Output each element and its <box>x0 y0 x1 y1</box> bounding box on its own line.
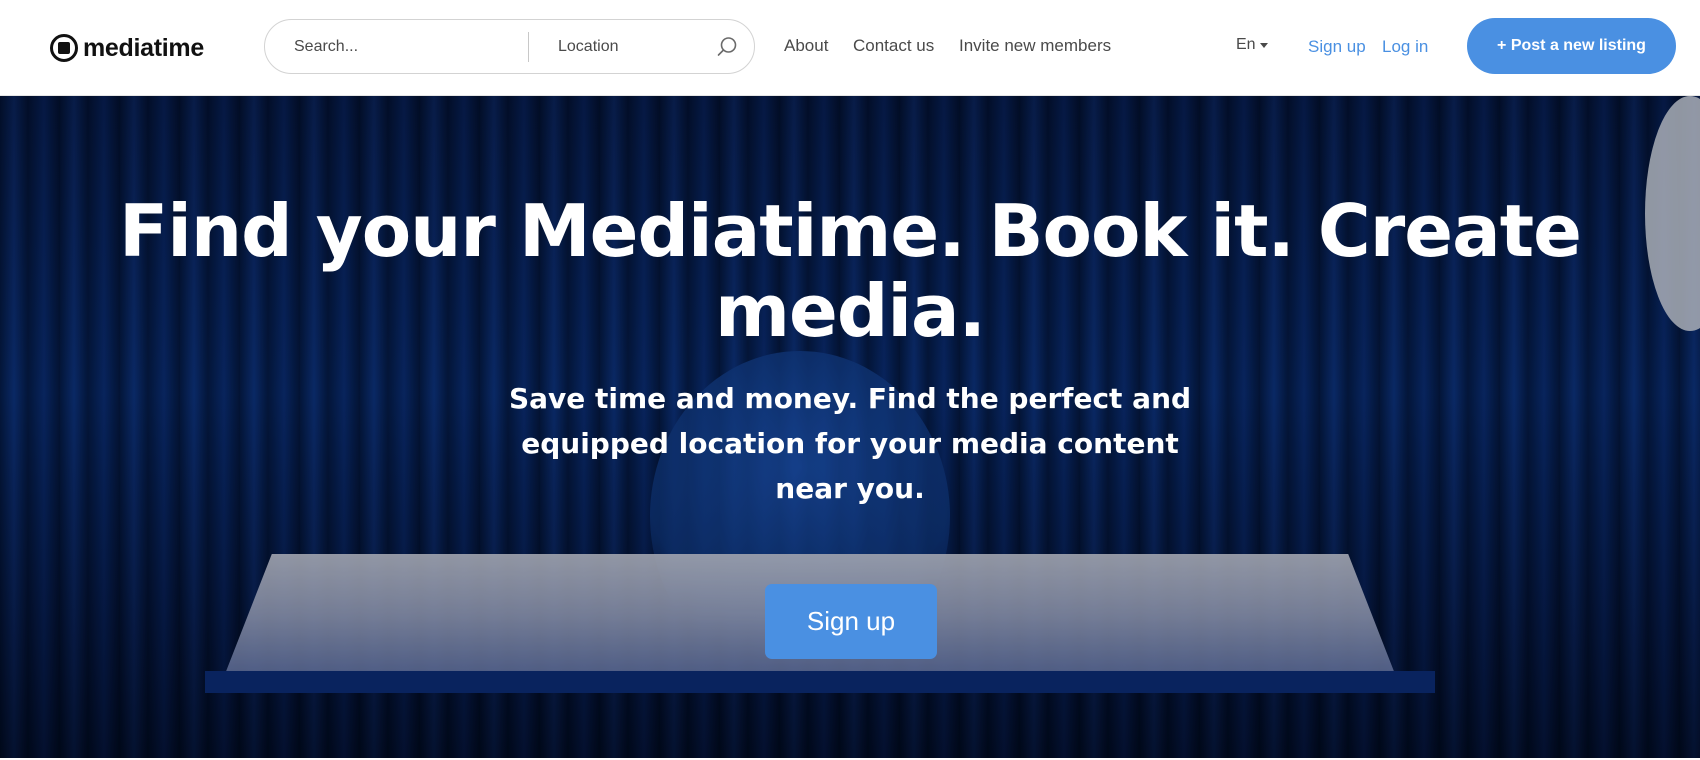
logo-text: mediatime <box>83 33 204 62</box>
hero-title: Find your Mediatime. Book it. Create med… <box>119 189 1582 353</box>
search-icon[interactable] <box>715 35 739 59</box>
hero-subtitle: Save time and money. Find the perfect an… <box>508 382 1192 505</box>
language-label: En <box>1236 36 1256 53</box>
language-selector[interactable]: En <box>1236 36 1268 54</box>
login-link[interactable]: Log in <box>1382 37 1428 57</box>
logo[interactable]: mediatime <box>50 30 204 66</box>
logo-icon <box>50 34 78 62</box>
nav-invite-members[interactable]: Invite new members <box>959 36 1111 56</box>
hero-section: Find your Mediatime. Book it. Create med… <box>0 96 1700 758</box>
search-divider <box>528 32 529 62</box>
search-bar <box>264 19 755 74</box>
nav-about[interactable]: About <box>784 36 828 56</box>
chevron-down-icon <box>1259 42 1268 48</box>
site-header: mediatime About Contact us Invite new me… <box>0 0 1700 96</box>
search-input[interactable] <box>294 28 514 66</box>
signup-link[interactable]: Sign up <box>1308 37 1366 57</box>
post-listing-button[interactable]: + Post a new listing <box>1467 18 1676 74</box>
nav-contact-us[interactable]: Contact us <box>853 36 934 56</box>
location-input[interactable] <box>558 28 708 66</box>
hero-signup-button[interactable]: Sign up <box>765 584 937 659</box>
